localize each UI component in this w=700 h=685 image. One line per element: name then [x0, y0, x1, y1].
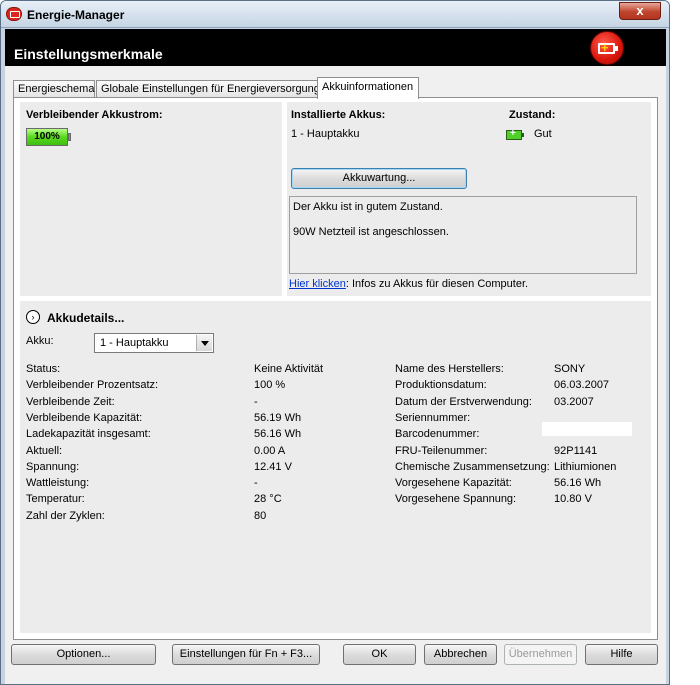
fn-f3-settings-button[interactable]: Einstellungen für Fn + F3... [172, 644, 320, 665]
battery-charge-icon: + [590, 31, 624, 65]
akku-label: Akku: [26, 335, 54, 347]
installed-batteries-label: Installierte Akkus: [291, 109, 386, 121]
detail-key: Chemische Zusammensetzung: [395, 460, 550, 473]
header-band: Einstellungsmerkmale + [5, 29, 666, 66]
detail-key: Aktuell: [26, 444, 63, 457]
detail-key: Zahl der Zyklen: [26, 509, 105, 522]
detail-key: Seriennummer: [395, 411, 471, 424]
info-text: : Infos zu Akkus für diesen Computer. [345, 278, 529, 290]
help-button[interactable]: Hilfe [585, 644, 658, 665]
state-value: Gut [534, 128, 552, 140]
detail-value: 03.2007 [554, 395, 594, 408]
energie-manager-window: Energie-Manager x Einstellungsmerkmale +… [0, 0, 670, 685]
apply-button[interactable]: Übernehmen [504, 644, 577, 665]
battery-level-text: 100% [34, 131, 60, 142]
redacted-area [542, 422, 632, 436]
akku-select[interactable]: 1 - Hauptakku [94, 333, 214, 353]
detail-value: Keine Aktivität [254, 363, 324, 375]
client-area: Einstellungsmerkmale + Energieschema Glo… [5, 29, 666, 684]
detail-value: 06.03.2007 [554, 379, 610, 392]
tab-energieschema[interactable]: Energieschema [13, 80, 95, 98]
battery-ok-icon: + [506, 128, 524, 140]
chevron-down-icon[interactable] [196, 335, 212, 351]
detail-key: Produktionsdatum: [395, 379, 487, 392]
battery-bar-tip [68, 133, 71, 141]
state-label: Zustand: [509, 109, 556, 121]
ok-button[interactable]: OK [343, 644, 416, 665]
detail-value: Lithiumionen [554, 460, 617, 473]
hier-klicken-link[interactable]: Hier klicken [289, 278, 346, 290]
detail-value: - [254, 477, 258, 490]
dialog-button-bar: Optionen... Einstellungen für Fn + F3...… [5, 644, 666, 674]
detail-value: 80 [254, 509, 267, 522]
detail-value: 56.16 Wh [254, 428, 302, 441]
akku-select-value: 1 - Hauptakku [100, 337, 169, 349]
window-title: Energie-Manager [27, 8, 125, 22]
tab-panel-akkuinformationen: Verbleibender Akkustrom: 100% Installier… [13, 97, 658, 640]
detail-key: Barcodenummer: [395, 428, 480, 441]
page-title: Einstellungsmerkmale [14, 46, 163, 62]
detail-key: Vorgesehene Spannung: [395, 493, 517, 506]
battery-details-pane: › Akkudetails... Akku: 1 - Hauptakku Sta… [20, 301, 651, 633]
detail-value: 0.00 A [254, 444, 286, 457]
detail-value: - [254, 395, 258, 408]
adapter-message: 90W Netzteil ist angeschlossen. [293, 226, 449, 238]
detail-key: Name des Herstellers: [395, 363, 504, 375]
remaining-charge-pane: Verbleibender Akkustrom: 100% [20, 102, 282, 296]
installed-batteries-pane: Installierte Akkus: 1 - Hauptakku Zustan… [287, 102, 651, 296]
detail-value: 12.41 V [254, 460, 292, 473]
title-bar[interactable]: Energie-Manager x [1, 1, 669, 28]
tab-globale-einstellungen[interactable]: Globale Einstellungen für Energieversorg… [96, 80, 320, 98]
detail-key: Verbleibende Kapazität: [26, 411, 143, 424]
close-button[interactable]: x [619, 2, 661, 20]
details-title: Akkudetails... [47, 311, 125, 325]
detail-key: Ladekapazität insgesamt: [26, 428, 151, 441]
detail-key: Verbleibender Prozentsatz: [26, 379, 159, 392]
akkuwartung-button[interactable]: Akkuwartung... [291, 168, 467, 189]
detail-value: 92P1141 [554, 444, 598, 457]
detail-value: SONY [554, 363, 586, 375]
remaining-charge-label: Verbleibender Akkustrom: [26, 109, 163, 121]
detail-key: Status: [26, 363, 61, 375]
detail-value: 100 % [254, 379, 286, 392]
battery-level-bar: 100% [26, 128, 68, 146]
detail-key: Spannung: [26, 460, 80, 473]
app-battery-icon [6, 7, 22, 21]
detail-key: Vorgesehene Kapazität: [395, 477, 512, 490]
options-button[interactable]: Optionen... [11, 644, 156, 665]
detail-value: 10.80 V [554, 493, 592, 506]
detail-key: Verbleibende Zeit: [26, 395, 115, 408]
status-message-box: Der Akku ist in gutem Zustand. 90W Netzt… [289, 196, 637, 274]
detail-value: 28 °C [254, 493, 282, 506]
info-line: Hier klicken: Infos zu Akkus für diesen … [289, 278, 528, 290]
detail-value: 56.16 Wh [554, 477, 602, 490]
detail-value: 56.19 Wh [254, 411, 302, 424]
status-message: Der Akku ist in gutem Zustand. [293, 201, 443, 213]
tab-akkuinformationen[interactable]: Akkuinformationen [317, 77, 419, 99]
detail-key: Temperatur: [26, 493, 85, 506]
installed-battery-item: 1 - Hauptakku [291, 128, 360, 140]
detail-key: Wattleistung: [26, 477, 90, 490]
expand-chevron-icon[interactable]: › [26, 310, 40, 324]
detail-key: Datum der Erstverwendung: [395, 395, 532, 408]
cancel-button[interactable]: Abbrechen [424, 644, 497, 665]
detail-key: FRU-Teilenummer: [395, 444, 488, 457]
